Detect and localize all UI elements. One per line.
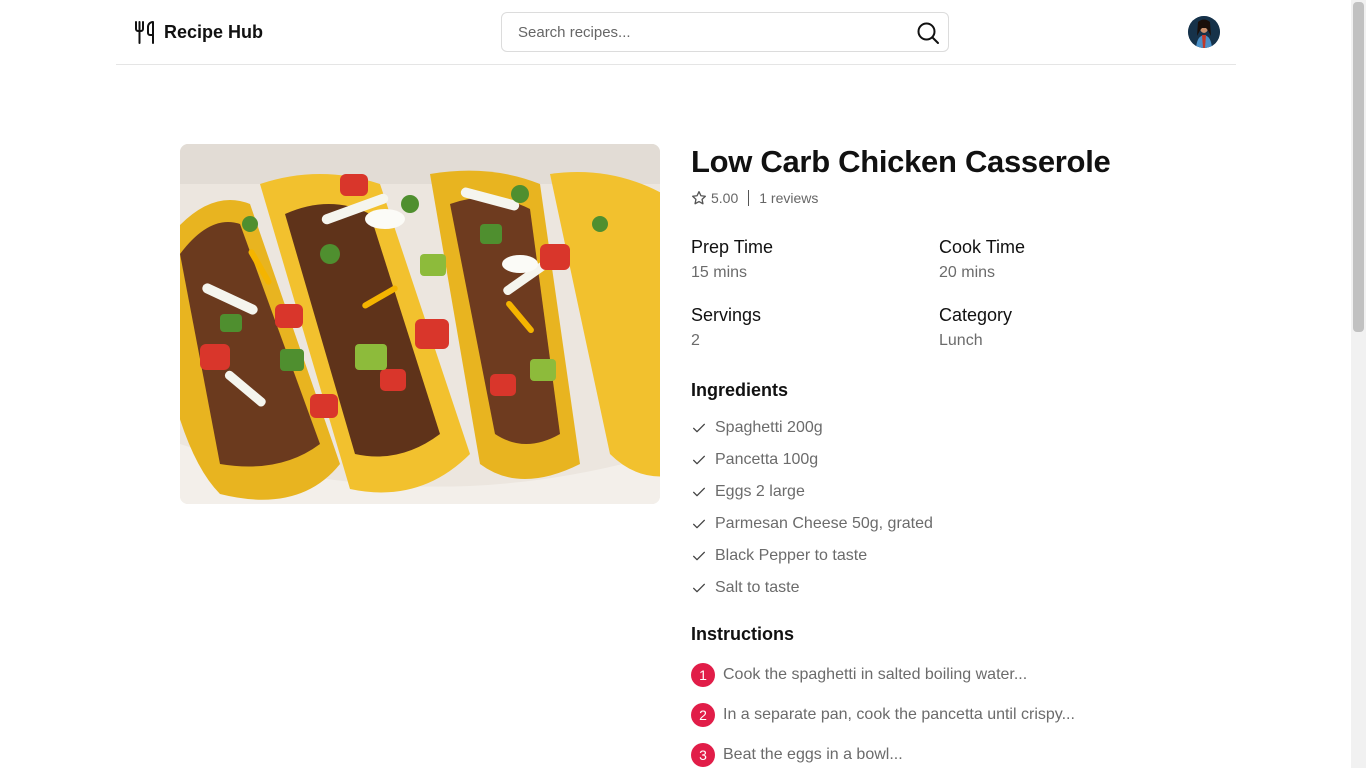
servings-label: Servings: [691, 305, 762, 325]
avatar-portrait: [1188, 16, 1220, 48]
ingredient-text: Spaghetti 200g: [715, 419, 823, 436]
instruction-step: 2 In a separate pan, cook the pancetta u…: [691, 695, 1075, 735]
ingredients-list: Spaghetti 200g Pancetta 100g Eggs 2 larg…: [691, 412, 933, 604]
review-count: 1 reviews: [759, 190, 819, 206]
check-icon: [693, 551, 705, 561]
servings-value: 2: [691, 332, 700, 349]
search-icon[interactable]: [916, 21, 940, 45]
search-input[interactable]: [502, 13, 948, 51]
brand-logo-link[interactable]: Recipe Hub: [133, 19, 263, 45]
ingredient-item: Black Pepper to taste: [691, 540, 933, 572]
ingredient-item: Parmesan Cheese 50g, grated: [691, 508, 933, 540]
check-icon: [693, 583, 705, 593]
check-icon: [693, 487, 705, 497]
instructions-list: 1 Cook the spaghetti in salted boiling w…: [691, 655, 1075, 768]
instructions-heading: Instructions: [691, 624, 795, 644]
prep-time-value: 15 mins: [691, 264, 748, 281]
step-text: Cook the spaghetti in salted boiling wat…: [723, 666, 1028, 683]
recipe-title: Low Carb Chicken Casserole: [691, 144, 1111, 179]
ingredient-item: Spaghetti 200g: [691, 412, 933, 444]
recipe-image: [180, 144, 660, 504]
utensils-icon: [135, 21, 154, 44]
user-avatar[interactable]: [1188, 16, 1220, 48]
check-icon: [693, 455, 705, 465]
search-bar: [501, 12, 949, 52]
ingredient-item: Eggs 2 large: [691, 476, 933, 508]
ingredient-text: Eggs 2 large: [715, 483, 805, 500]
star-outline-icon: [692, 191, 706, 205]
scrollbar-thumb[interactable]: [1353, 2, 1364, 332]
ingredient-item: Salt to taste: [691, 572, 933, 604]
category-value: Lunch: [939, 332, 983, 349]
cook-time-label: Cook Time: [939, 237, 1026, 257]
step-text: In a separate pan, cook the pancetta unt…: [723, 706, 1075, 723]
top-navbar: Recipe Hub: [116, 0, 1236, 65]
recipe-details: Low Carb Chicken Casserole 5.00 1 review…: [691, 144, 1251, 767]
ingredient-text: Parmesan Cheese 50g, grated: [715, 515, 933, 532]
rating-row: 5.00 1 reviews: [691, 188, 818, 208]
brand-name: Recipe Hub: [164, 21, 264, 42]
ingredients-heading: Ingredients: [691, 380, 789, 400]
ingredient-text: Pancetta 100g: [715, 451, 819, 468]
step-number-badge: 3: [691, 743, 715, 767]
cook-time-value: 20 mins: [939, 264, 996, 281]
step-number-badge: 1: [691, 663, 715, 687]
ingredient-text: Salt to taste: [715, 579, 800, 596]
instruction-step: 3 Beat the eggs in a bowl...: [691, 735, 1075, 768]
page-scrollbar[interactable]: [1351, 0, 1366, 768]
prep-time-label: Prep Time: [691, 237, 774, 257]
rating-divider: [748, 190, 750, 206]
prep-time-block: Prep Time 15 mins: [691, 236, 939, 283]
category-block: Category Lunch: [939, 304, 1187, 351]
cook-time-block: Cook Time 20 mins: [939, 236, 1187, 283]
step-text: Beat the eggs in a bowl...: [723, 746, 903, 763]
ingredient-item: Pancetta 100g: [691, 444, 933, 476]
servings-block: Servings 2: [691, 304, 939, 351]
check-icon: [693, 423, 705, 433]
instruction-step: 1 Cook the spaghetti in salted boiling w…: [691, 655, 1075, 695]
step-number-badge: 2: [691, 703, 715, 727]
check-icon: [693, 519, 705, 529]
ingredient-text: Black Pepper to taste: [715, 547, 868, 564]
rating-value: 5.00: [711, 190, 739, 206]
category-label: Category: [939, 305, 1013, 325]
